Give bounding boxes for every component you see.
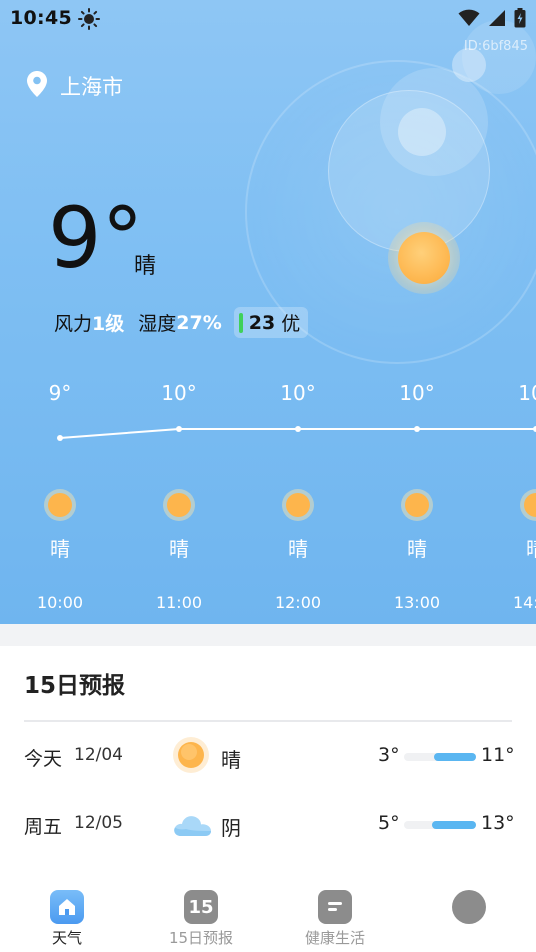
sun-icon bbox=[405, 493, 429, 517]
hourly-time: 13:00 bbox=[394, 593, 440, 612]
nav-item-weather[interactable]: 天气 bbox=[7, 890, 127, 948]
nav-item-profile[interactable] bbox=[409, 890, 529, 924]
hourly-condition: 晴 bbox=[526, 537, 536, 561]
aqi-indicator bbox=[238, 312, 243, 333]
current-stats: 风力 1级 湿度 27% 23 优 bbox=[54, 307, 309, 338]
status-time: 10:45 bbox=[10, 7, 72, 29]
aqi-level: 优 bbox=[281, 313, 301, 335]
nav-item-health[interactable]: 健康生活 bbox=[275, 890, 395, 948]
forecast-high: 11° bbox=[481, 744, 515, 766]
forecast-title: 15日预报 bbox=[24, 673, 126, 699]
status-bar: 10:45 bbox=[0, 0, 536, 38]
sun-icon bbox=[172, 736, 210, 774]
hourly-item[interactable]: 9° 晴 10:00 bbox=[37, 381, 83, 612]
section-divider bbox=[0, 624, 536, 646]
current-condition: 晴 bbox=[134, 254, 157, 279]
location-pin-icon bbox=[26, 70, 48, 102]
nav-label: 健康生活 bbox=[304, 929, 365, 947]
hourly-item[interactable]: 10° 晴 12:00 bbox=[275, 381, 321, 612]
weather-hero: 10:45 ID:6bf845 上海市 9° 晴 风力 1级 湿度 27% 23… bbox=[0, 0, 536, 624]
nav-item-15day[interactable]: 15 15日预报 bbox=[141, 890, 261, 948]
humidity-label: 湿度 bbox=[138, 313, 177, 335]
hourly-point bbox=[57, 435, 63, 441]
hourly-point bbox=[414, 426, 420, 432]
health-icon bbox=[318, 890, 352, 924]
sun-icon bbox=[78, 8, 100, 34]
bottom-nav: 天气 15 15日预报 健康生活 bbox=[0, 870, 536, 952]
device-id: ID:6bf845 bbox=[463, 39, 528, 54]
sun-icon bbox=[286, 493, 310, 517]
battery-icon bbox=[514, 8, 526, 32]
forecast-row[interactable]: 今天 12/04 晴 3° 11° bbox=[0, 726, 536, 786]
nav-label: 天气 bbox=[51, 929, 82, 947]
divider bbox=[24, 720, 512, 722]
location-selector[interactable]: 上海市 bbox=[26, 70, 123, 102]
forecast-day: 周五 bbox=[24, 816, 63, 838]
signal-icon bbox=[488, 9, 506, 31]
hourly-temp: 10° bbox=[518, 381, 536, 405]
hourly-time: 14:00 bbox=[513, 593, 536, 612]
wind-label: 风力 bbox=[54, 313, 93, 335]
forecast-day: 今天 bbox=[24, 748, 63, 770]
wind-value: 1级 bbox=[92, 313, 125, 335]
forecast-date: 12/05 bbox=[74, 813, 123, 833]
aqi-value: 23 bbox=[248, 311, 276, 334]
hourly-forecast[interactable]: 9°晴10:0010°晴11:0010°晴12:0010°晴13:0010°晴1… bbox=[0, 360, 536, 624]
temperature-range-bar bbox=[404, 821, 476, 829]
hourly-time: 11:00 bbox=[156, 593, 202, 612]
forecast-condition: 晴 bbox=[221, 748, 241, 772]
wifi-icon bbox=[458, 9, 480, 31]
hourly-condition: 晴 bbox=[407, 537, 427, 561]
hourly-temp: 10° bbox=[280, 381, 315, 405]
forecast-high: 13° bbox=[481, 812, 515, 834]
lens-flare bbox=[380, 68, 488, 176]
avatar-icon bbox=[452, 890, 486, 924]
hourly-item[interactable]: 10° 晴 11:00 bbox=[156, 381, 202, 612]
forecast-low: 3° bbox=[378, 744, 400, 766]
sun-icon bbox=[48, 493, 72, 517]
hourly-temp: 9° bbox=[49, 381, 72, 405]
calendar-15-icon: 15 bbox=[184, 890, 218, 924]
cloud-icon bbox=[172, 804, 211, 842]
forecast-low: 5° bbox=[378, 812, 400, 834]
home-icon bbox=[50, 890, 84, 924]
hourly-time: 10:00 bbox=[37, 593, 83, 612]
aqi-badge[interactable]: 23 优 bbox=[233, 307, 309, 338]
status-icons bbox=[458, 8, 526, 32]
hourly-point bbox=[176, 426, 182, 432]
temperature-range-bar bbox=[404, 753, 476, 761]
forecast-date: 12/04 bbox=[74, 745, 123, 765]
forecast-row[interactable]: 周五 12/05 阴 5° 13° bbox=[0, 794, 536, 854]
sun-icon bbox=[167, 493, 191, 517]
hourly-condition: 晴 bbox=[169, 537, 189, 561]
hourly-condition: 晴 bbox=[288, 537, 308, 561]
humidity-value: 27% bbox=[176, 311, 222, 334]
hourly-point bbox=[295, 426, 301, 432]
location-city: 上海市 bbox=[60, 75, 123, 99]
hourly-item[interactable]: 10° 晴 14:00 bbox=[513, 381, 536, 612]
lens-flare bbox=[398, 108, 446, 156]
nav-label: 15日预报 bbox=[168, 929, 234, 947]
hourly-time: 12:00 bbox=[275, 593, 321, 612]
hourly-temp: 10° bbox=[161, 381, 196, 405]
current-temperature: 9° bbox=[48, 189, 144, 287]
sun-icon bbox=[388, 222, 460, 294]
hourly-temp: 10° bbox=[399, 381, 434, 405]
hourly-item[interactable]: 10° 晴 13:00 bbox=[394, 381, 440, 612]
hourly-condition: 晴 bbox=[50, 537, 70, 561]
forecast-condition: 阴 bbox=[221, 816, 241, 840]
